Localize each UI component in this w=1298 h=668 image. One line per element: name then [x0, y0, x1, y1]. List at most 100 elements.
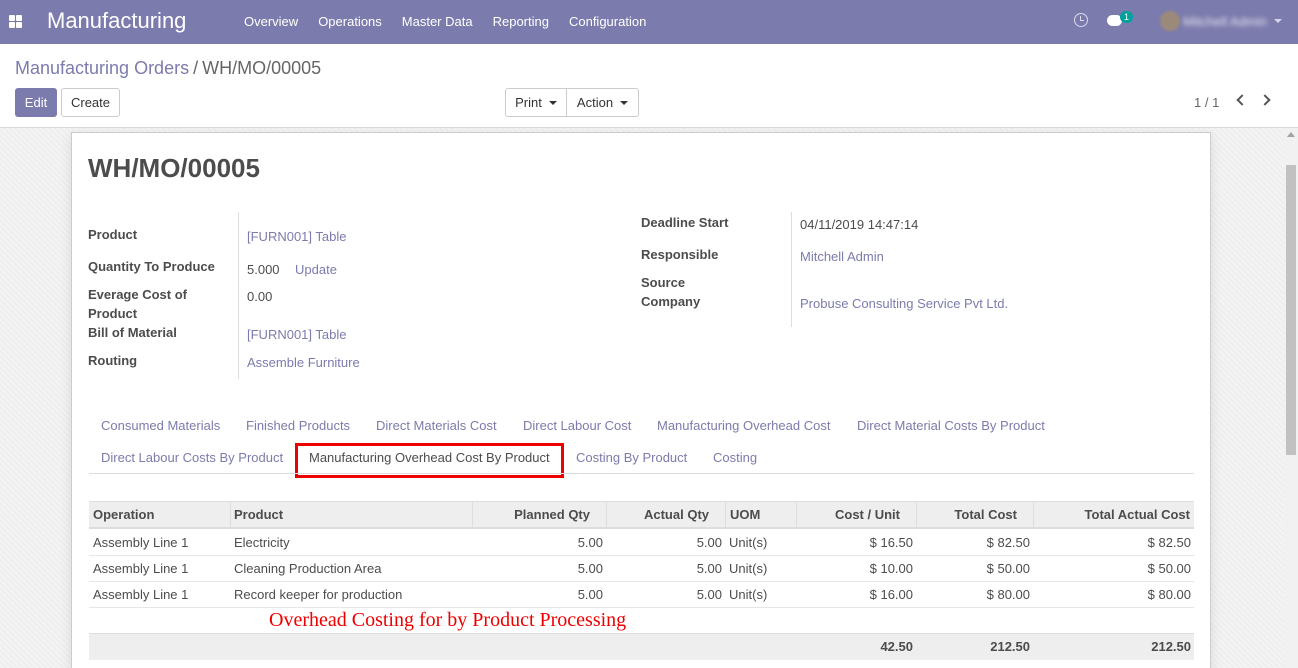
- table-cell-operation: Assembly Line 1: [93, 587, 189, 602]
- menu-overview[interactable]: Overview: [244, 14, 298, 29]
- tab-direct-material-costs-by-product[interactable]: Direct Material Costs By Product: [857, 418, 1045, 433]
- table-cell-uom: Unit(s): [729, 535, 768, 550]
- print-dropdown[interactable]: Print: [505, 88, 567, 117]
- column-header-planned-qty[interactable]: Planned Qty: [478, 507, 590, 522]
- column-divider: [916, 502, 917, 528]
- table-cell-total-cost: $ 50.00: [986, 561, 1030, 576]
- quantity-value: 5.000: [247, 262, 280, 277]
- row-divider: [89, 607, 1194, 608]
- table-cell-total-cost: $ 82.50: [986, 535, 1030, 550]
- table-cell-total-actual-cost: $ 82.50: [1147, 535, 1191, 550]
- table-cell-operation: Assembly Line 1: [93, 535, 189, 550]
- table-cell-planned-qty: 5.00: [577, 535, 603, 550]
- create-button[interactable]: Create: [61, 88, 120, 117]
- apps-grid-icon[interactable]: [9, 15, 22, 28]
- table-cell-cost-unit: $ 16.50: [869, 535, 913, 550]
- average-cost-label-line2: Product: [88, 306, 138, 321]
- column-divider: [606, 502, 607, 528]
- field-divider: [238, 212, 239, 379]
- tab-consumed-materials[interactable]: Consumed Materials: [101, 418, 220, 433]
- action-dropdown[interactable]: Action: [566, 88, 639, 117]
- column-divider: [1033, 502, 1034, 528]
- column-header-operation[interactable]: Operation: [93, 507, 154, 522]
- average-cost-label-line1: Everage Cost of: [88, 287, 187, 302]
- pager-value[interactable]: 1 / 1: [1194, 95, 1219, 110]
- tab-costing-by-product[interactable]: Costing By Product: [576, 450, 687, 465]
- table-cell-total-cost: $ 80.00: [986, 587, 1030, 602]
- total-cost-unit: 42.50: [880, 639, 913, 654]
- column-header-cost-unit[interactable]: Cost / Unit: [800, 507, 900, 522]
- breadcrumb-current: WH/MO/00005: [202, 58, 322, 78]
- tab-direct-labour-cost[interactable]: Direct Labour Cost: [523, 418, 631, 433]
- company-value[interactable]: Probuse Consulting Service Pvt Ltd.: [800, 296, 1008, 311]
- tab-direct-labour-costs-by-product[interactable]: Direct Labour Costs By Product: [101, 450, 283, 465]
- table-cell-actual-qty: 5.00: [696, 535, 722, 550]
- column-header-total-actual-cost[interactable]: Total Actual Cost: [1040, 507, 1190, 522]
- table-cell-product: Cleaning Production Area: [234, 561, 382, 576]
- chevron-down-icon[interactable]: [1274, 19, 1282, 23]
- print-label: Print: [515, 95, 542, 110]
- tab-finished-products[interactable]: Finished Products: [246, 418, 350, 433]
- table-cell-operation: Assembly Line 1: [93, 561, 189, 576]
- clock-icon[interactable]: [1074, 13, 1088, 27]
- caret-down-icon: [548, 100, 557, 105]
- column-divider: [796, 502, 797, 528]
- tabs-divider: [89, 473, 1194, 474]
- menu-reporting[interactable]: Reporting: [493, 14, 549, 29]
- table-cell-product: Record keeper for production: [234, 587, 403, 602]
- table-cell-uom: Unit(s): [729, 561, 768, 576]
- product-label: Product: [88, 227, 138, 242]
- bom-value[interactable]: [FURN001] Table: [247, 327, 346, 342]
- routing-value[interactable]: Assemble Furniture: [247, 355, 360, 370]
- tab-direct-materials-cost[interactable]: Direct Materials Cost: [376, 418, 497, 433]
- record-title: WH/MO/00005: [88, 153, 260, 183]
- table-cell-cost-unit: $ 16.00: [869, 587, 913, 602]
- bom-label: Bill of Material: [88, 325, 177, 340]
- caret-down-icon: [620, 100, 629, 105]
- action-label: Action: [576, 95, 614, 110]
- table-cell-cost-unit: $ 10.00: [869, 561, 913, 576]
- total-actual-cost: 212.50: [1151, 639, 1191, 654]
- menu-configuration[interactable]: Configuration: [569, 14, 646, 29]
- breadcrumb-parent[interactable]: Manufacturing Orders: [15, 58, 189, 78]
- column-divider: [230, 502, 231, 528]
- top-navbar: Manufacturing Overview Operations Master…: [0, 0, 1298, 44]
- table-cell-actual-qty: 5.00: [696, 561, 722, 576]
- menu-operations[interactable]: Operations: [318, 14, 382, 29]
- menu-master-data[interactable]: Master Data: [402, 14, 473, 29]
- table-cell-total-actual-cost: $ 80.00: [1147, 587, 1191, 602]
- company-label-line1: Source: [641, 275, 686, 290]
- column-divider: [472, 502, 473, 528]
- app-brand[interactable]: Manufacturing: [47, 8, 186, 34]
- company-label-line2: Company: [641, 294, 701, 309]
- column-header-total-cost[interactable]: Total Cost: [920, 507, 1017, 522]
- column-header-uom[interactable]: UOM: [730, 507, 760, 522]
- chevron-right-icon[interactable]: [1259, 94, 1271, 106]
- edit-button[interactable]: Edit: [15, 88, 57, 117]
- product-value[interactable]: [FURN001] Table: [247, 229, 346, 244]
- tab-manufacturing-overhead-cost[interactable]: Manufacturing Overhead Cost: [657, 418, 830, 433]
- table-cell-actual-qty: 5.00: [696, 587, 722, 602]
- table-cell-product: Electricity: [234, 535, 290, 550]
- column-header-actual-qty[interactable]: Actual Qty: [610, 507, 709, 522]
- column-header-product[interactable]: Product: [234, 507, 283, 522]
- deadline-label: Deadline Start: [641, 215, 729, 230]
- tab-costing[interactable]: Costing: [713, 450, 757, 465]
- responsible-label: Responsible: [641, 247, 719, 262]
- table-cell-uom: Unit(s): [729, 587, 768, 602]
- avatar[interactable]: [1160, 11, 1180, 31]
- field-divider: [791, 212, 792, 327]
- breadcrumb-separator: /: [193, 58, 199, 78]
- update-quantity-button[interactable]: Update: [295, 262, 337, 277]
- scroll-up-icon[interactable]: [1287, 132, 1295, 137]
- deadline-value: 04/11/2019 14:47:14: [800, 217, 919, 232]
- total-cost: 212.50: [990, 639, 1030, 654]
- routing-label: Routing: [88, 353, 138, 368]
- chat-count-badge: 1: [1120, 11, 1134, 23]
- responsible-value[interactable]: Mitchell Admin: [800, 249, 884, 264]
- chevron-left-icon[interactable]: [1236, 94, 1248, 106]
- table-cell-planned-qty: 5.00: [577, 587, 603, 602]
- table-cell-planned-qty: 5.00: [577, 561, 603, 576]
- user-name[interactable]: Mitchell Admin: [1183, 14, 1267, 29]
- scrollbar-thumb[interactable]: [1286, 165, 1296, 455]
